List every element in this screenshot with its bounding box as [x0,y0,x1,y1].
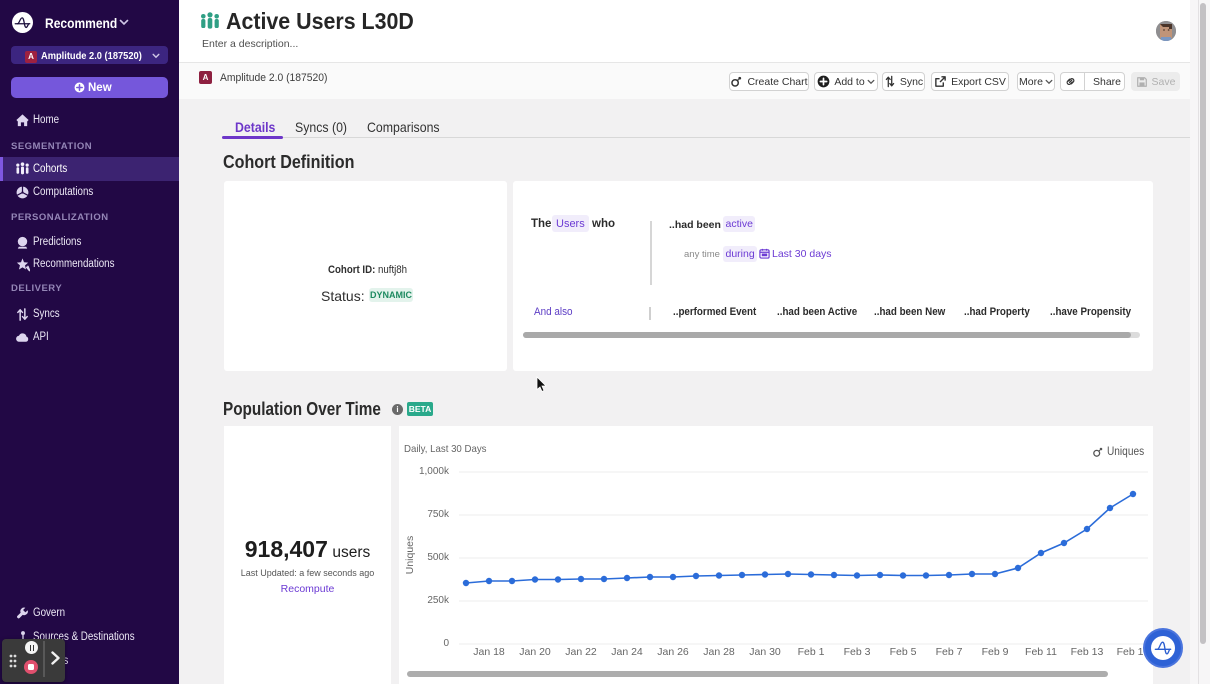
svg-text:Jan 26: Jan 26 [657,646,689,658]
svg-text:Feb 7: Feb 7 [936,646,963,658]
svg-text:Jan 24: Jan 24 [611,646,643,658]
svg-text:Feb 13: Feb 13 [1071,646,1104,658]
svg-text:Feb 9: Feb 9 [982,646,1009,658]
svg-text:Jan 30: Jan 30 [749,646,781,658]
svg-text:Feb 1: Feb 1 [798,646,825,658]
svg-text:Feb 3: Feb 3 [844,646,871,658]
svg-text:Feb 5: Feb 5 [890,646,917,658]
svg-text:Jan 20: Jan 20 [519,646,551,658]
svg-text:Jan 22: Jan 22 [565,646,597,658]
svg-text:Feb 11: Feb 11 [1025,646,1057,658]
svg-text:Jan 28: Jan 28 [703,646,735,658]
svg-text:Jan 18: Jan 18 [473,646,505,658]
